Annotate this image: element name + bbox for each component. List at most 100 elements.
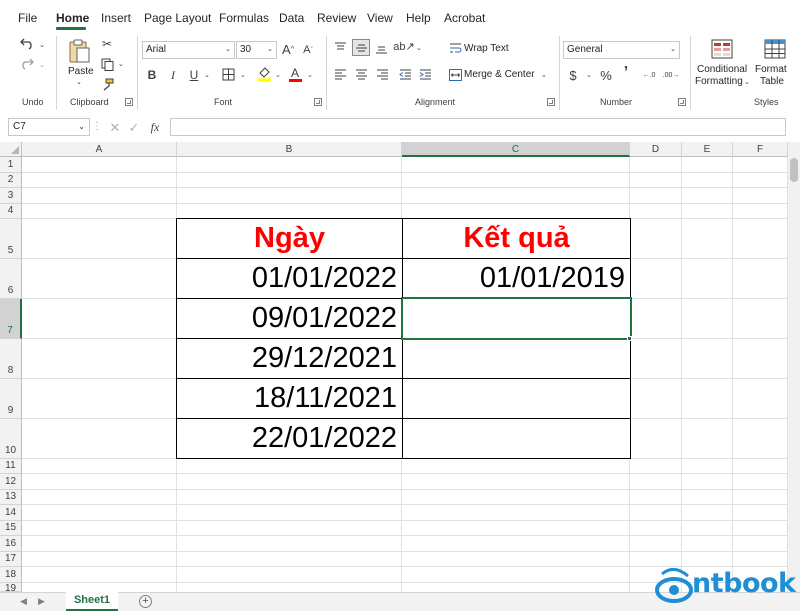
number-format-combo[interactable]: General ⌄	[563, 41, 680, 59]
cell-c6[interactable]: 01/01/2019	[402, 258, 631, 299]
row-header-12[interactable]: 12	[0, 474, 22, 490]
vertical-scrollbar-thumb[interactable]	[790, 158, 798, 182]
row-header-11[interactable]: 11	[0, 459, 22, 474]
row-header-15[interactable]: 15	[0, 521, 22, 536]
row-header-13[interactable]: 13	[0, 490, 22, 505]
align-center-icon[interactable]	[354, 68, 368, 80]
currency-dropdown-icon[interactable]: ⌄	[586, 71, 592, 79]
paste-icon[interactable]	[67, 38, 91, 64]
row-header-8[interactable]: 8	[0, 339, 22, 379]
row-header-3[interactable]: 3	[0, 188, 22, 204]
next-sheet-icon[interactable]: ▶	[38, 596, 45, 607]
column-header-e[interactable]: E	[682, 142, 733, 157]
increase-decimal-icon[interactable]: ←.0	[640, 68, 658, 82]
decrease-decimal-icon[interactable]: .00→	[662, 68, 680, 82]
decrease-font-size-icon[interactable]: Aˇ	[301, 42, 315, 58]
row-header-14[interactable]: 14	[0, 505, 22, 521]
row-header-18[interactable]: 18	[0, 567, 22, 583]
enter-icon[interactable]: ✓	[127, 120, 141, 134]
wrap-text-label[interactable]: Wrap Text	[464, 43, 509, 54]
select-all-button[interactable]	[0, 142, 22, 157]
sheet-tab-sheet1[interactable]: Sheet1	[66, 592, 118, 611]
conditional-formatting-dropdown-icon[interactable]: ⌄	[744, 78, 750, 86]
cell-c9[interactable]	[402, 378, 631, 419]
underline-icon[interactable]: U	[188, 68, 200, 82]
format-as-table-label-2[interactable]: Table	[760, 76, 784, 87]
underline-dropdown-icon[interactable]: ⌄	[204, 71, 210, 79]
row-header-16[interactable]: 16	[0, 536, 22, 552]
column-header-b[interactable]: B	[177, 142, 402, 157]
format-painter-icon[interactable]	[100, 77, 114, 91]
decrease-indent-icon[interactable]	[398, 68, 412, 80]
italic-icon[interactable]: I	[167, 68, 179, 82]
copy-dropdown-icon[interactable]: ⌄	[118, 60, 124, 68]
fill-color-icon[interactable]	[256, 66, 272, 82]
tab-review[interactable]: Review	[317, 11, 356, 25]
alignment-launcher-icon[interactable]	[547, 98, 555, 106]
cell-b7[interactable]: 09/01/2022	[176, 298, 403, 339]
row-header-7[interactable]: 7	[0, 299, 22, 339]
paste-label[interactable]: Paste	[68, 66, 94, 77]
formula-input[interactable]	[170, 118, 786, 136]
row-header-2[interactable]: 2	[0, 173, 22, 188]
tab-help[interactable]: Help	[406, 11, 431, 25]
conditional-formatting-icon[interactable]	[711, 38, 733, 60]
clipboard-launcher-icon[interactable]	[125, 98, 133, 106]
tab-insert[interactable]: Insert	[101, 11, 131, 25]
font-name-combo[interactable]: Arial ⌄	[142, 41, 235, 59]
borders-dropdown-icon[interactable]: ⌄	[240, 71, 246, 79]
cell-c8[interactable]	[402, 338, 631, 379]
cell-b8[interactable]: 29/12/2021	[176, 338, 403, 379]
cancel-icon[interactable]: ✕	[108, 120, 122, 134]
cell-c5[interactable]: Kết quả	[402, 218, 631, 259]
increase-indent-icon[interactable]	[418, 68, 432, 80]
format-as-table-label-1[interactable]: Format	[755, 64, 787, 75]
row-header-19[interactable]: 19	[0, 583, 22, 592]
align-right-icon[interactable]	[375, 68, 389, 80]
row-header-1[interactable]: 1	[0, 157, 22, 173]
cell-b10[interactable]: 22/01/2022	[176, 418, 403, 459]
insert-function-icon[interactable]: fx	[147, 120, 163, 134]
middle-align-icon[interactable]	[352, 39, 370, 56]
orientation-dropdown-icon[interactable]: ⌄	[416, 44, 422, 52]
wrap-text-icon[interactable]	[448, 41, 462, 55]
fill-handle[interactable]	[627, 336, 632, 341]
conditional-formatting-label-1[interactable]: Conditional	[697, 64, 747, 75]
merge-center-label[interactable]: Merge & Center	[464, 69, 535, 80]
row-header-4[interactable]: 4	[0, 204, 22, 219]
tab-view[interactable]: View	[367, 11, 393, 25]
more-options-icon[interactable]: ⋮	[92, 121, 102, 133]
bottom-align-icon[interactable]	[374, 42, 388, 56]
cell-b5[interactable]: Ngày	[176, 218, 403, 259]
vertical-scrollbar[interactable]	[788, 142, 800, 598]
font-size-combo[interactable]: 30 ⌄	[236, 41, 277, 59]
fill-color-dropdown-icon[interactable]: ⌄	[275, 71, 281, 79]
orientation-icon[interactable]: ab↗	[393, 40, 414, 54]
number-launcher-icon[interactable]	[678, 98, 686, 106]
font-color-dropdown-icon[interactable]: ⌄	[307, 71, 313, 79]
top-align-icon[interactable]	[333, 40, 347, 54]
tab-formulas[interactable]: Formulas	[219, 11, 269, 25]
row-header-10[interactable]: 10	[0, 419, 22, 459]
tab-home[interactable]: Home	[56, 11, 89, 25]
cell-b9[interactable]: 18/11/2021	[176, 378, 403, 419]
tab-acrobat[interactable]: Acrobat	[444, 11, 485, 25]
cell-c10[interactable]	[402, 418, 631, 459]
font-color-icon[interactable]: A	[288, 66, 302, 82]
undo-icon[interactable]	[20, 36, 34, 50]
format-as-table-icon[interactable]	[764, 38, 786, 60]
font-launcher-icon[interactable]	[314, 98, 322, 106]
row-header-5[interactable]: 5	[0, 219, 22, 259]
merge-center-icon[interactable]	[448, 68, 462, 81]
increase-font-size-icon[interactable]: A ^	[281, 41, 295, 57]
merge-center-dropdown-icon[interactable]: ⌄	[541, 71, 547, 79]
row-header-6[interactable]: 6	[0, 259, 22, 299]
comma-style-icon[interactable]: ’	[621, 65, 631, 81]
bold-icon[interactable]: B	[146, 68, 158, 82]
column-header-c[interactable]: C	[402, 142, 630, 157]
percent-icon[interactable]: %	[599, 68, 613, 82]
undo-dropdown-icon[interactable]: ⌄	[39, 41, 45, 49]
redo-icon[interactable]	[20, 56, 34, 70]
paste-dropdown-icon[interactable]: ⌄	[76, 78, 82, 86]
column-header-a[interactable]: A	[22, 142, 177, 157]
